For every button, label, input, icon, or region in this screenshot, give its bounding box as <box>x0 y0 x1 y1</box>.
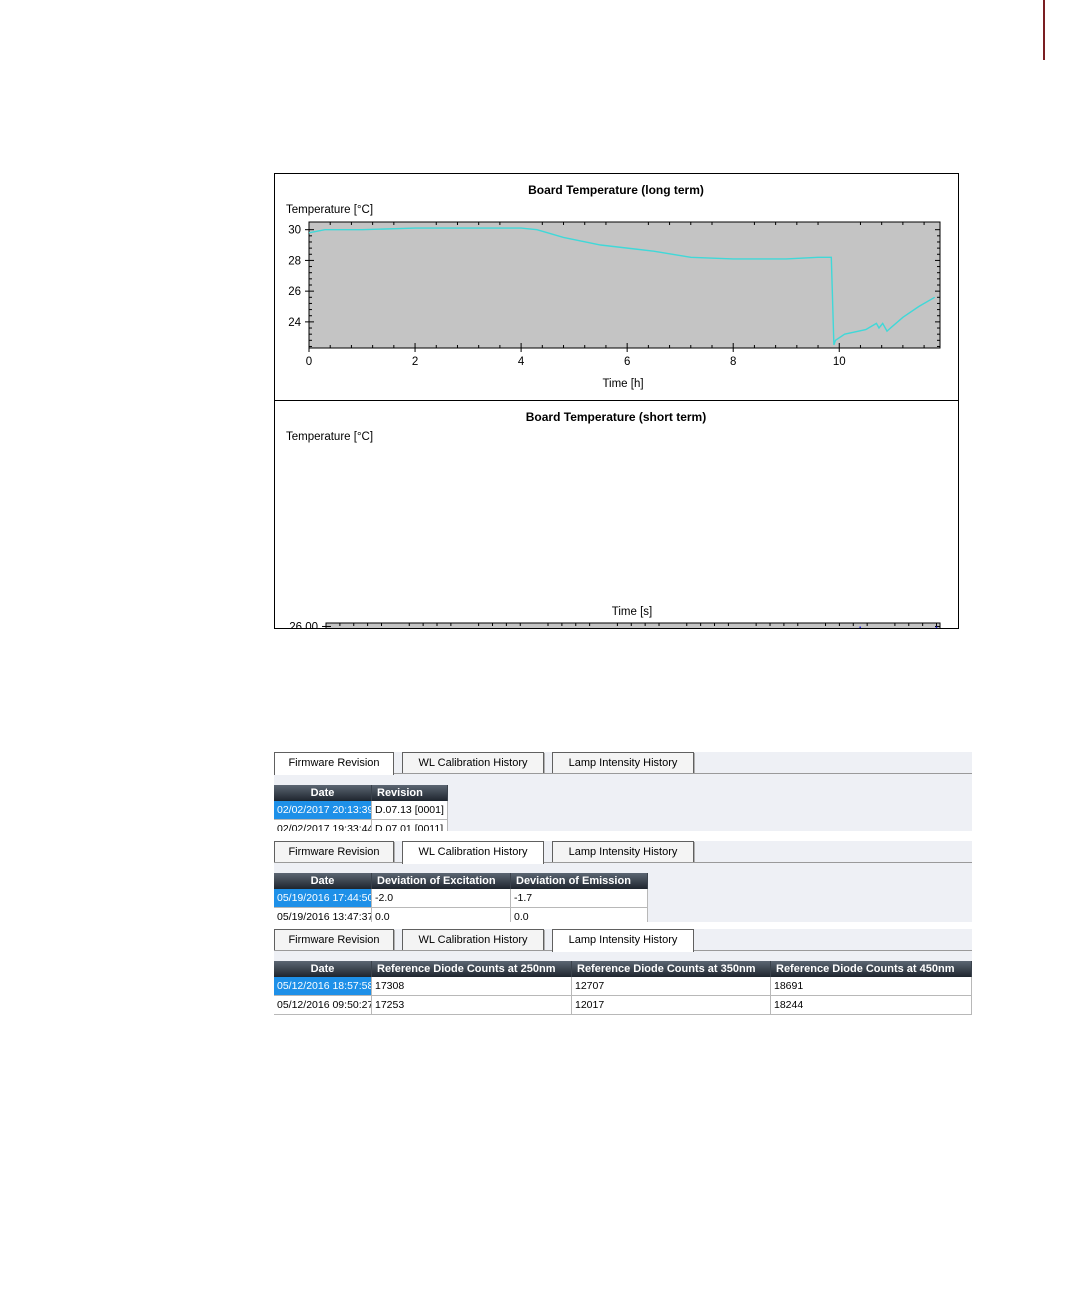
y-tick-label: 30 <box>288 225 301 237</box>
x-tick-label: 10 <box>833 356 846 368</box>
column-header-emission[interactable]: Deviation of Emission <box>511 873 648 889</box>
plot-area <box>325 622 941 628</box>
lamp-intensity-panel: Firmware Revision WL Calibration History… <box>274 929 972 1019</box>
tab-baseline <box>392 773 972 774</box>
tab-wl-calibration-history[interactable]: WL Calibration History <box>402 752 544 773</box>
cell-250nm: 17308 <box>372 977 572 995</box>
firmware-table: Date Revision 02/02/2017 20:13:39 D.07.1… <box>274 785 448 831</box>
tab-strip: Firmware Revision WL Calibration History… <box>274 841 972 864</box>
y-tick-label: 26 <box>288 286 301 298</box>
table-row[interactable]: 05/12/2016 18:57:58 17308 12707 18691 <box>274 977 972 996</box>
tab-wl-calibration-history[interactable]: WL Calibration History <box>402 929 544 950</box>
plot-area <box>308 221 941 349</box>
firmware-revision-panel: Firmware Revision WL Calibration History… <box>274 752 972 831</box>
tab-strip: Firmware Revision WL Calibration History… <box>274 929 972 952</box>
cell-450nm: 18691 <box>771 977 972 995</box>
cell-date: 05/19/2016 13:47:37 <box>274 908 372 922</box>
cell-date: 05/12/2016 18:57:58 <box>274 977 372 995</box>
column-header-450nm[interactable]: Reference Diode Counts at 450nm <box>771 961 972 977</box>
tab-baseline <box>542 862 972 863</box>
cell-date: 05/12/2016 09:50:27 <box>274 996 372 1014</box>
x-tick-label: 0 <box>306 356 312 368</box>
lamp-intensity-table: Date Reference Diode Counts at 250nm Ref… <box>274 961 972 1019</box>
cell-excitation: -2.0 <box>372 889 511 907</box>
cell-emission: 0.0 <box>511 908 648 922</box>
cell-date: 05/19/2016 17:44:50 <box>274 889 372 907</box>
tab-lamp-intensity-history[interactable]: Lamp Intensity History <box>552 929 694 952</box>
column-header-350nm[interactable]: Reference Diode Counts at 350nm <box>572 961 771 977</box>
x-tick-label: 6 <box>624 356 630 368</box>
column-header-date[interactable]: Date <box>274 785 372 801</box>
x-tick-label: 8 <box>730 356 736 368</box>
tab-baseline <box>692 950 972 951</box>
tab-lamp-intensity-history[interactable]: Lamp Intensity History <box>552 841 694 862</box>
table-row[interactable]: 05/19/2016 17:44:50 -2.0 -1.7 <box>274 889 648 908</box>
cell-date: 02/02/2017 19:33:44 <box>274 820 372 831</box>
chart-title: Board Temperature (short term) <box>526 410 706 424</box>
column-header-excitation[interactable]: Deviation of Excitation <box>372 873 511 889</box>
cell-350nm: 12017 <box>572 996 771 1014</box>
cell-revision: D.07.13 [0001] <box>372 801 448 819</box>
temperature-charts-panel: Board Temperature (long term) Temperatur… <box>274 173 959 629</box>
wl-calibration-table: Date Deviation of Excitation Deviation o… <box>274 873 648 922</box>
chart-title: Board Temperature (long term) <box>528 183 704 197</box>
x-tick-label: 4 <box>518 356 525 368</box>
tab-firmware-revision[interactable]: Firmware Revision <box>274 929 394 950</box>
y-tick-label: 24 <box>288 317 301 329</box>
cell-date: 02/02/2017 20:13:39 <box>274 801 372 819</box>
tab-firmware-revision[interactable]: Firmware Revision <box>274 841 394 862</box>
y-tick-label: 26.00 <box>289 621 318 628</box>
table-header: Date Deviation of Excitation Deviation o… <box>274 873 648 889</box>
table-header: Date Revision <box>274 785 448 801</box>
y-axis-label: Temperature [°C] <box>286 431 373 443</box>
column-header-date[interactable]: Date <box>274 961 372 977</box>
cell-revision: D.07.01 [0011] <box>372 820 448 831</box>
tab-wl-calibration-history[interactable]: WL Calibration History <box>402 841 544 864</box>
column-header-revision[interactable]: Revision <box>372 785 448 801</box>
tab-firmware-revision[interactable]: Firmware Revision <box>274 752 394 775</box>
chart-long-term: Board Temperature (long term) Temperatur… <box>286 183 941 390</box>
cell-emission: -1.7 <box>511 889 648 907</box>
cell-excitation: 0.0 <box>372 908 511 922</box>
table-row[interactable]: 02/02/2017 20:13:39 D.07.13 [0001] <box>274 801 448 820</box>
cell-450nm: 18244 <box>771 996 972 1014</box>
tab-baseline <box>274 862 402 863</box>
table-header: Date Reference Diode Counts at 250nm Ref… <box>274 961 972 977</box>
cell-350nm: 12707 <box>572 977 771 995</box>
x-axis-label: Time [s] <box>612 606 652 618</box>
table-row[interactable]: 05/19/2016 13:47:37 0.0 0.0 <box>274 908 648 922</box>
wl-calibration-panel: Firmware Revision WL Calibration History… <box>274 841 972 922</box>
table-row[interactable]: 05/12/2016 09:50:27 17253 12017 18244 <box>274 996 972 1015</box>
chart-short-term: Board Temperature (short term) Temperatu… <box>286 410 941 628</box>
x-tick-label: 2 <box>412 356 418 368</box>
tab-strip: Firmware Revision WL Calibration History… <box>274 752 972 775</box>
y-tick-label: 28 <box>288 255 301 267</box>
column-header-250nm[interactable]: Reference Diode Counts at 250nm <box>372 961 572 977</box>
tab-lamp-intensity-history[interactable]: Lamp Intensity History <box>552 752 694 773</box>
tab-baseline <box>274 950 552 951</box>
y-axis-label: Temperature [°C] <box>286 204 373 216</box>
x-axis-label: Time [h] <box>602 378 643 390</box>
cell-250nm: 17253 <box>372 996 572 1014</box>
page-margin-marker <box>1043 0 1045 60</box>
table-row[interactable]: 02/02/2017 19:33:44 D.07.01 [0011] <box>274 820 448 831</box>
column-header-date[interactable]: Date <box>274 873 372 889</box>
